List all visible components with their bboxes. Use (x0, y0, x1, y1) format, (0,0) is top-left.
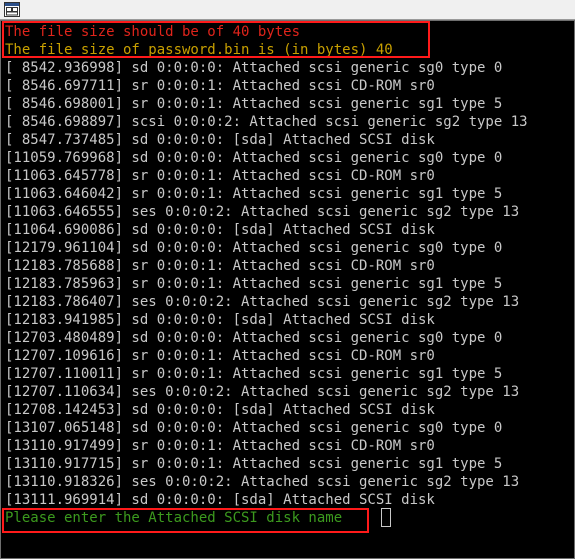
log-line: [ 8542.936998] sd 0:0:0:0: Attached scsi… (5, 60, 503, 76)
terminal-output[interactable]: The file size should be of 40 bytes The … (0, 20, 575, 559)
log-line: [12183.785688] sr 0:0:0:1: Attached scsi… (5, 258, 435, 274)
log-line: [13110.917715] sr 0:0:0:1: Attached scsi… (5, 456, 503, 472)
log-line: [12179.961104] sd 0:0:0:0: Attached scsi… (5, 240, 503, 256)
log-line: [12707.110634] ses 0:0:0:2: Attached scs… (5, 384, 520, 400)
log-line: [ 8546.697711] sr 0:0:0:1: Attached scsi… (5, 78, 435, 94)
log-line: [12703.480489] sd 0:0:0:0: Attached scsi… (5, 330, 503, 346)
log-line: [12183.941985] sd 0:0:0:0: [sda] Attache… (5, 312, 435, 328)
log-line: [13111.969914] sd 0:0:0:0: [sda] Attache… (5, 492, 435, 508)
window-titlebar[interactable] (0, 0, 575, 20)
log-line: [ 8546.698001] sr 0:0:0:1: Attached scsi… (5, 96, 503, 112)
log-line: [11059.769968] sd 0:0:0:0: Attached scsi… (5, 150, 503, 166)
console-window: The file size should be of 40 bytes The … (0, 0, 575, 559)
log-line: [11063.645778] sr 0:0:0:1: Attached scsi… (5, 168, 435, 184)
terminal-lines: The file size should be of 40 bytes The … (5, 23, 528, 509)
log-line: [12708.142453] sd 0:0:0:0: [sda] Attache… (5, 402, 435, 418)
log-line: [ 8546.698897] scsi 0:0:0:2: Attached sc… (5, 114, 528, 130)
log-line: [13107.065148] sd 0:0:0:0: Attached scsi… (5, 420, 503, 436)
log-line: [12183.785963] sr 0:0:0:1: Attached scsi… (5, 276, 503, 292)
log-line: [11063.646042] sr 0:0:0:1: Attached scsi… (5, 186, 503, 202)
input-cursor[interactable] (381, 508, 391, 527)
size-actual-message: The file size of password.bin is (in byt… (5, 42, 393, 58)
log-line: [13110.918326] ses 0:0:0:2: Attached scs… (5, 474, 520, 490)
console-window-icon[interactable] (4, 2, 20, 17)
log-line: [12707.109616] sr 0:0:0:1: Attached scsi… (5, 348, 435, 364)
log-line: [11063.646555] ses 0:0:0:2: Attached scs… (5, 204, 520, 220)
log-line: [12183.786407] ses 0:0:0:2: Attached scs… (5, 294, 520, 310)
log-line: [13110.917499] sr 0:0:0:1: Attached scsi… (5, 438, 435, 454)
log-line: [ 8547.737485] sd 0:0:0:0: [sda] Attache… (5, 132, 435, 148)
size-expected-message: The file size should be of 40 bytes (5, 24, 301, 40)
disk-name-prompt: Please enter the Attached SCSI disk name (5, 510, 343, 526)
log-line: [11064.690086] sd 0:0:0:0: [sda] Attache… (5, 222, 435, 238)
log-line: [12707.110011] sr 0:0:0:1: Attached scsi… (5, 366, 503, 382)
